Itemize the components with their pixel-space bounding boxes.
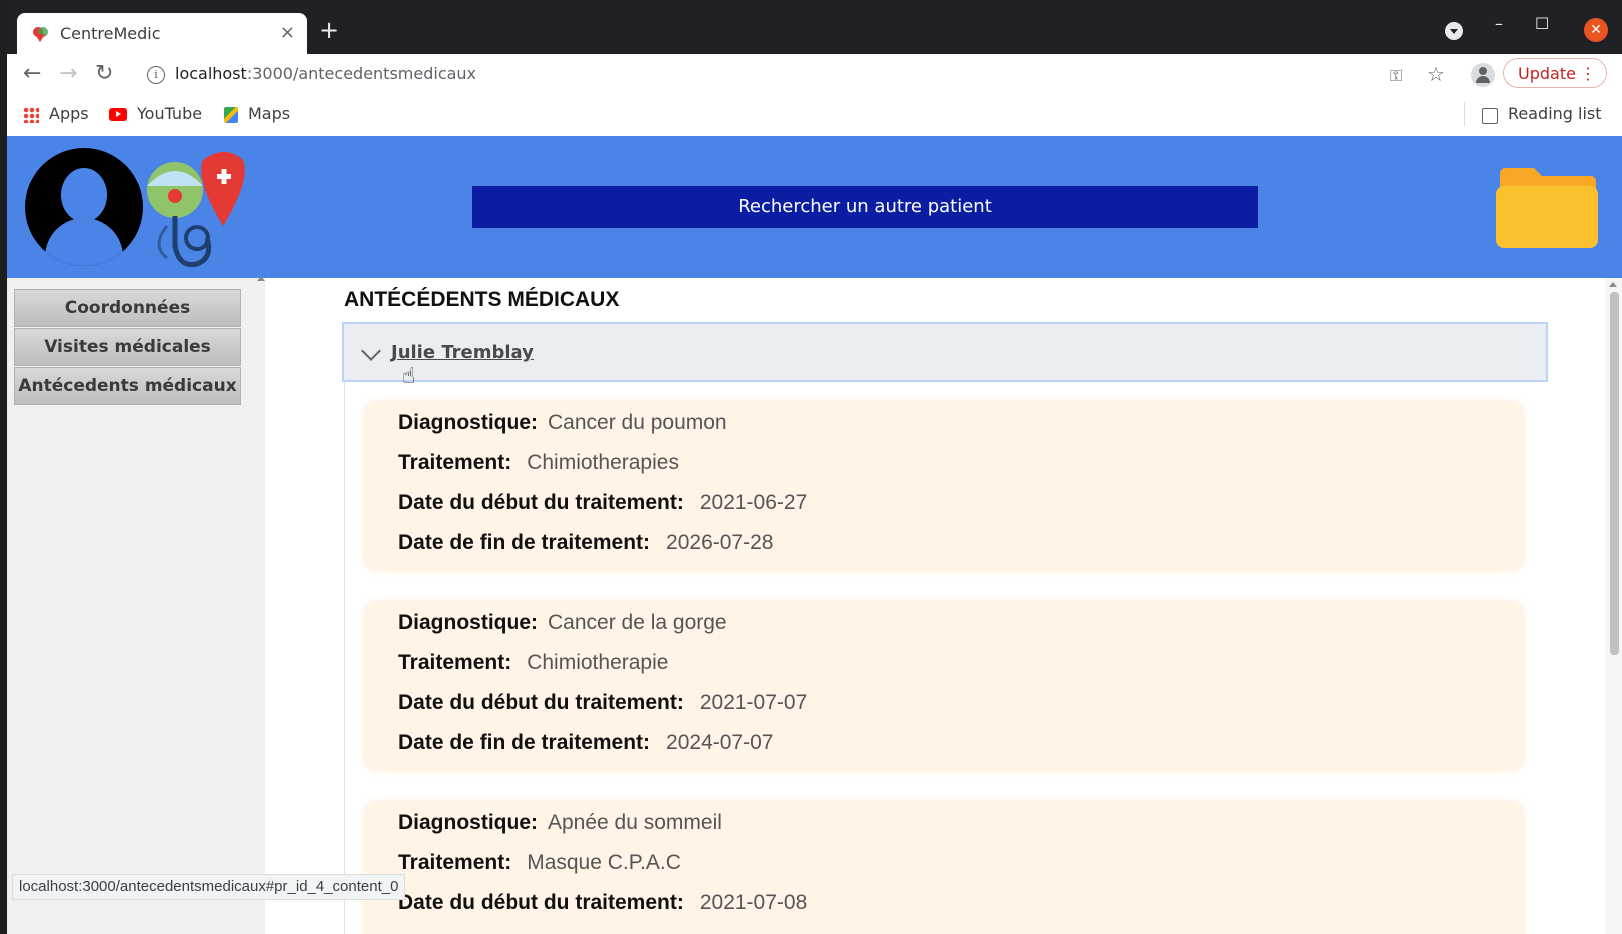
browser-window: CentreMedic × + – ☐ ✕ ← → ↻ i localhost:… (7, 0, 1622, 934)
diagnostic-row: Diagnostique: Cancer de la gorge (398, 611, 727, 635)
treatment-value: Chimiotherapie (527, 651, 669, 674)
update-label: Update (1518, 64, 1576, 83)
bookmark-label: Apps (49, 104, 89, 123)
back-icon[interactable]: ← (23, 62, 41, 86)
treatment-value: Masque C.P.A.C (527, 851, 681, 874)
treatment-label: Traitement: (398, 651, 512, 674)
diagnostic-value: Apnée du sommeil (548, 811, 722, 834)
new-tab-button[interactable]: + (319, 18, 339, 42)
start-date-value: 2021-07-08 (699, 891, 808, 914)
treatment-label: Traitement: (398, 451, 512, 474)
app-header: Rechercher un autre patient (7, 136, 1622, 278)
youtube-icon (109, 108, 127, 121)
avatar-body (45, 218, 123, 266)
start-date-row: Date du début du traitement: 2021-06-27 (398, 491, 807, 515)
site-info-icon[interactable]: i (147, 66, 165, 84)
diagnostic-value: Cancer de la gorge (548, 611, 727, 634)
sidebar-item-coordonnees[interactable]: Coordonnées (14, 289, 241, 327)
sidebar-scroll-up-icon[interactable] (257, 276, 265, 281)
record-card: Diagnostique: Apnée du sommeil Traitement… (365, 802, 1523, 934)
diagnostic-value: Cancer du poumon (548, 411, 727, 434)
scroll-up-icon[interactable] (1609, 282, 1617, 287)
forward-icon[interactable]: → (59, 62, 77, 86)
tab-centremedic[interactable]: CentreMedic × (17, 13, 307, 54)
diagnostic-row: Diagnostique: Cancer du poumon (398, 411, 727, 435)
treatment-row: Traitement: Chimiotherapies (398, 451, 679, 475)
end-date-value: 2024-07-07 (666, 731, 774, 754)
scrollbar-thumb[interactable] (1610, 292, 1619, 655)
bookmarks-bar: Apps YouTube Maps Reading list (7, 96, 1622, 136)
maximize-icon[interactable]: ☐ (1535, 14, 1549, 33)
start-date-row: Date du début du traitement: 2021-07-08 (398, 891, 807, 915)
sidebar: Coordonnées Visites médicales Antécedent… (7, 278, 265, 934)
user-avatar[interactable] (25, 148, 143, 266)
tab-close-icon[interactable]: × (280, 22, 295, 43)
bookmark-label: Maps (248, 104, 291, 123)
status-bar-url: localhost:3000/antecedentsmedicaux#pr_id… (12, 874, 406, 900)
update-button[interactable]: Update ⋮ (1503, 58, 1607, 88)
bookmark-star-icon[interactable]: ☆ (1427, 62, 1445, 86)
url-host: localhost (175, 64, 247, 83)
apps-grid-icon (23, 106, 39, 123)
search-patient-button[interactable]: Rechercher un autre patient (472, 186, 1258, 228)
end-date-label: Date de fin de traitement: (398, 531, 651, 554)
record-card: Diagnostique: Cancer de la gorge Traiteme… (365, 602, 1523, 770)
main-scrollbar[interactable] (1605, 278, 1622, 934)
end-date-row: Date de fin de traitement: 2026-07-28 (398, 531, 773, 555)
tab-strip: CentreMedic × + – ☐ ✕ (7, 0, 1622, 54)
diagnostic-row: Diagnostique: Apnée du sommeil (398, 811, 722, 835)
address-bar[interactable]: localhost:3000/antecedentsmedicaux (175, 64, 476, 83)
bookmark-maps[interactable]: Maps (224, 104, 290, 123)
start-date-value: 2021-06-27 (699, 491, 808, 514)
end-date-label: Date de fin de traitement: (398, 731, 651, 754)
treatment-value: Chimiotherapies (527, 451, 679, 474)
minimize-icon[interactable]: – (1495, 14, 1503, 33)
centremedic-logo-icon (147, 152, 245, 268)
treatment-row: Traitement: Masque C.P.A.C (398, 851, 681, 875)
window-close-icon[interactable]: ✕ (1584, 18, 1608, 42)
start-date-label: Date du début du traitement: (398, 491, 684, 514)
bookmark-apps[interactable]: Apps (23, 104, 89, 123)
start-date-label: Date du début du traitement: (398, 891, 684, 914)
patient-accordion-header[interactable]: Julie Tremblay (342, 322, 1548, 382)
menu-dots-icon[interactable]: ⋮ (1580, 59, 1596, 89)
patient-name-link[interactable]: Julie Tremblay (391, 342, 534, 363)
divider (1464, 102, 1465, 126)
reading-list-button[interactable]: Reading list (1508, 104, 1602, 123)
maps-icon (224, 106, 238, 123)
app-page: Rechercher un autre patient Coordonnées … (7, 136, 1622, 934)
reload-icon[interactable]: ↻ (95, 62, 113, 86)
sidebar-item-antecedents[interactable]: Antécedents médicaux (14, 367, 241, 405)
end-date-value: 2026-07-28 (666, 531, 774, 554)
bookmark-label: YouTube (137, 104, 203, 123)
centremedic-favicon-icon (33, 27, 48, 42)
chevron-down-icon (361, 341, 381, 361)
page-title: ANTÉCÉDENTS MÉDICAUX (344, 288, 620, 311)
treatment-label: Traitement: (398, 851, 512, 874)
tab-title: CentreMedic (60, 24, 161, 43)
diagnostic-label: Diagnostique: (398, 811, 538, 834)
sidebar-item-visites[interactable]: Visites médicales (14, 328, 241, 366)
start-date-value: 2021-07-07 (699, 691, 808, 714)
bookmark-youtube[interactable]: YouTube (109, 104, 202, 123)
tab-search-icon[interactable] (1445, 22, 1463, 40)
url-path: :3000/antecedentsmedicaux (246, 64, 477, 83)
password-key-icon[interactable]: ⚿ (1390, 66, 1402, 86)
diagnostic-label: Diagnostique: (398, 611, 538, 634)
profile-icon[interactable] (1471, 63, 1495, 87)
browser-toolbar: ← → ↻ i localhost:3000/antecedentsmedica… (7, 54, 1622, 96)
treatment-row: Traitement: Chimiotherapie (398, 651, 668, 675)
start-date-row: Date du début du traitement: 2021-07-07 (398, 691, 807, 715)
start-date-label: Date du début du traitement: (398, 691, 684, 714)
folder-icon[interactable] (1494, 168, 1598, 248)
end-date-row: Date de fin de traitement: 2024-07-07 (398, 731, 773, 755)
avatar-head (61, 168, 107, 222)
diagnostic-label: Diagnostique: (398, 411, 538, 434)
reading-list-icon[interactable] (1482, 108, 1498, 124)
record-card: Diagnostique: Cancer du poumon Traitement… (365, 402, 1523, 570)
